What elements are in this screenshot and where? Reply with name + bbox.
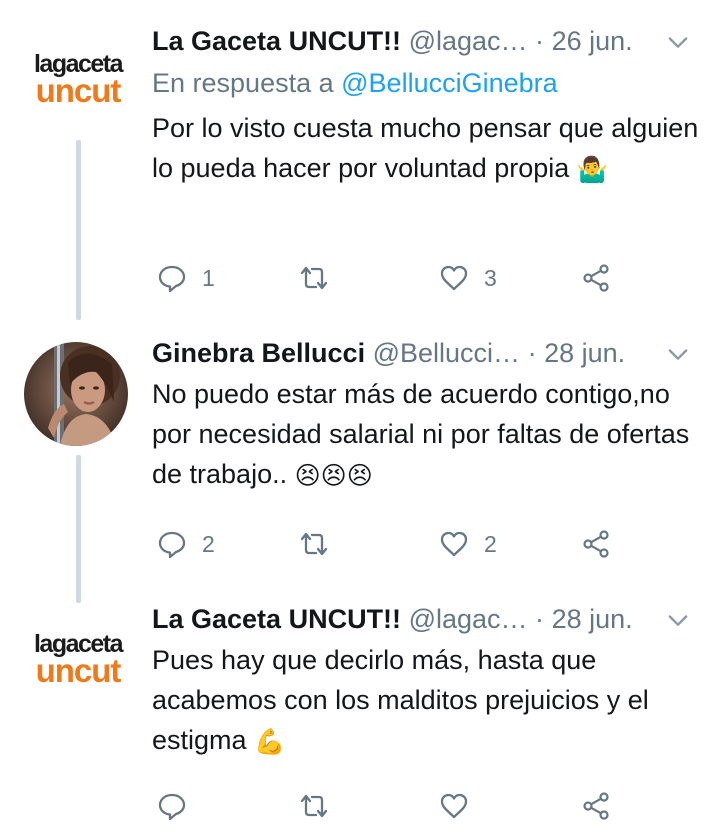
reply-button[interactable]: 1 [156, 258, 215, 298]
tweet-body: No puedo estar más de acuerdo contigo,no… [152, 379, 690, 489]
tweet-text: Pues hay que decirlo más, hasta que acab… [152, 640, 700, 762]
reply-context: En respuesta a @BellucciGinebra [152, 68, 558, 99]
chevron-down-icon[interactable] [664, 28, 692, 56]
tweet[interactable]: Ginebra Bellucci @Bellucci… · 28 jun. No… [0, 320, 720, 590]
heart-icon [440, 265, 468, 291]
user-handle[interactable]: @Bellucci… [373, 338, 520, 368]
share-icon [583, 530, 609, 558]
tweet[interactable]: lagaceta uncut La Gaceta UNCUT!! @lagac…… [0, 0, 720, 320]
tweet-date[interactable]: 26 jun. [552, 26, 633, 56]
tweet-actions: 1 3 [152, 258, 652, 298]
reply-button[interactable]: 2 [156, 524, 215, 564]
user-handle[interactable]: @lagac… [409, 604, 528, 634]
share-icon [583, 264, 609, 292]
share-icon [583, 792, 609, 820]
heart-icon [440, 531, 468, 557]
retweet-icon [300, 266, 328, 290]
reply-button[interactable] [156, 786, 202, 826]
retweet-button[interactable] [298, 524, 344, 564]
retweet-button[interactable] [298, 258, 344, 298]
display-name[interactable]: Ginebra Bellucci [152, 338, 365, 368]
retweet-button[interactable] [298, 786, 344, 826]
like-button[interactable]: 3 [438, 258, 497, 298]
tweet-date[interactable]: 28 jun. [552, 604, 633, 634]
share-button[interactable] [580, 786, 612, 826]
like-count: 3 [484, 264, 497, 291]
chevron-down-icon[interactable] [664, 340, 692, 368]
flexed-biceps-emoji: 💪 [254, 727, 286, 756]
avatar[interactable]: lagaceta uncut [28, 52, 128, 109]
reply-icon [158, 531, 186, 559]
share-button[interactable] [580, 524, 612, 564]
separator: · [535, 26, 545, 56]
tweet-actions: 2 2 [152, 524, 652, 564]
retweet-icon [300, 794, 328, 818]
mention-link[interactable]: @BellucciGinebra [341, 68, 558, 98]
display-name[interactable]: La Gaceta UNCUT!! [152, 604, 401, 634]
tweet-body: Por lo visto cuesta mucho pensar que alg… [152, 113, 699, 183]
separator: · [527, 338, 537, 368]
tweet-actions [152, 786, 652, 826]
reply-count: 2 [202, 530, 215, 557]
reply-icon [158, 793, 186, 821]
tweet-text: No puedo estar más de acuerdo contigo,no… [152, 374, 700, 496]
avatar[interactable]: lagaceta uncut [28, 632, 128, 689]
reply-count: 1 [202, 264, 215, 291]
tweet-header: Ginebra Bellucci @Bellucci… · 28 jun. [152, 338, 700, 378]
shrug-emoji: 🤷‍♂️ [576, 155, 608, 184]
logo-line2: uncut [35, 72, 122, 109]
reply-icon [158, 265, 186, 293]
like-button[interactable] [438, 786, 484, 826]
reply-prefix: En respuesta a [152, 68, 334, 98]
tweet-header: La Gaceta UNCUT!! @lagac… · 28 jun. [152, 604, 700, 644]
tweet[interactable]: lagaceta uncut La Gaceta UNCUT!! @lagac…… [0, 590, 720, 832]
logo-line2: uncut [35, 652, 122, 689]
user-handle[interactable]: @lagac… [409, 26, 528, 56]
avatar[interactable] [24, 342, 128, 446]
separator: · [535, 604, 545, 634]
chevron-down-icon[interactable] [664, 606, 692, 634]
heart-icon [440, 793, 468, 819]
tweet-body: Pues hay que decirlo más, hasta que acab… [152, 645, 649, 755]
like-button[interactable]: 2 [438, 524, 497, 564]
tweet-header: La Gaceta UNCUT!! @lagac… · 26 jun. [152, 26, 700, 66]
persevering-face-emoji: 😣😣😣 [294, 461, 373, 490]
tweet-date[interactable]: 28 jun. [544, 338, 625, 368]
display-name[interactable]: La Gaceta UNCUT!! [152, 26, 401, 56]
tweet-text: Por lo visto cuesta mucho pensar que alg… [152, 108, 700, 190]
like-count: 2 [484, 530, 497, 557]
share-button[interactable] [580, 258, 612, 298]
profile-photo [24, 342, 128, 446]
retweet-icon [300, 532, 328, 556]
